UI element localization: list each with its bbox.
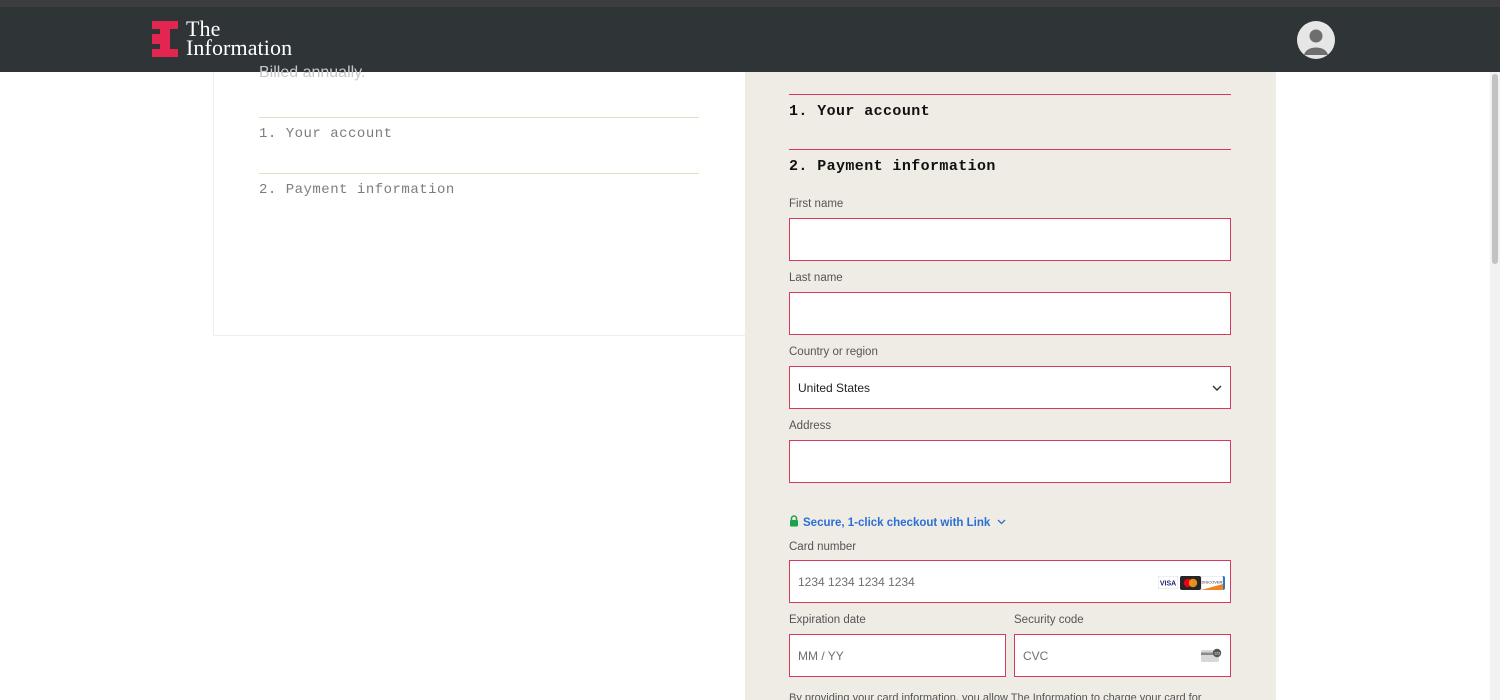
- order-summary-card: Billed annually. 1. Your account 2. Paym…: [213, 64, 746, 336]
- chevron-down-icon: [998, 519, 1006, 525]
- first-name-label: First name: [789, 198, 844, 210]
- scrollbar-thumb[interactable]: [1492, 74, 1498, 264]
- divider: [789, 94, 1231, 95]
- browser-top-strip: [0, 0, 1500, 7]
- lock-icon: [790, 515, 798, 527]
- card-number-label: Card number: [789, 541, 857, 553]
- security-code-label: Security code: [1014, 614, 1084, 626]
- checkout-form-panel: 1. Your account 2. Payment information F…: [745, 72, 1276, 700]
- divider: [259, 117, 699, 118]
- billing-frequency: Billed annually.: [259, 64, 366, 81]
- mastercard-icon: [1180, 576, 1201, 590]
- site-header: The Information: [0, 7, 1500, 72]
- first-name-input[interactable]: [789, 218, 1231, 261]
- card-number-input[interactable]: 1234 1234 1234 1234 VISA DISCOVER: [789, 560, 1231, 603]
- last-name-label: Last name: [789, 272, 843, 284]
- svg-text:DISCOVER: DISCOVER: [1202, 580, 1223, 585]
- country-value: United States: [798, 381, 871, 395]
- user-avatar-icon: [1304, 29, 1328, 55]
- discover-icon: DISCOVER: [1201, 576, 1223, 590]
- last-name-input[interactable]: [789, 292, 1231, 335]
- summary-step-account: 1. Your account: [259, 126, 393, 142]
- the-information-logo-icon[interactable]: [152, 21, 178, 57]
- summary-step-payment: 2. Payment information: [259, 182, 455, 198]
- page-scrollbar[interactable]: [1490, 72, 1500, 700]
- address-input[interactable]: [789, 440, 1231, 483]
- expiration-date-input[interactable]: MM / YY: [789, 634, 1006, 677]
- card-consent-text: By providing your card information, you …: [789, 692, 1202, 700]
- security-code-input[interactable]: CVC 123: [1014, 634, 1231, 677]
- visa-icon: VISA: [1158, 576, 1178, 589]
- step-your-account[interactable]: 1. Your account: [789, 103, 930, 120]
- country-label: Country or region: [789, 346, 878, 358]
- divider: [789, 149, 1231, 150]
- cvc-card-icon: 123: [1201, 648, 1222, 662]
- country-select[interactable]: United States: [789, 366, 1231, 409]
- address-label: Address: [789, 420, 832, 432]
- divider: [259, 173, 699, 174]
- expiration-date-label: Expiration date: [789, 614, 866, 626]
- expiration-placeholder: MM / YY: [798, 649, 844, 663]
- card-number-placeholder: 1234 1234 1234 1234: [798, 575, 915, 589]
- cvc-placeholder: CVC: [1023, 649, 1049, 663]
- logo-wordmark[interactable]: The Information: [186, 18, 293, 60]
- logo-line-information: Information: [186, 35, 293, 60]
- chevron-down-icon: [1212, 385, 1222, 391]
- user-avatar[interactable]: [1297, 21, 1335, 59]
- visa-label: VISA: [1160, 581, 1176, 588]
- link-checkout-text: Secure, 1-click checkout with Link: [803, 517, 991, 529]
- svg-text:123: 123: [1214, 652, 1220, 656]
- step-payment-information: 2. Payment information: [789, 158, 996, 175]
- link-checkout-toggle[interactable]: Secure, 1-click checkout with Link: [789, 515, 1006, 529]
